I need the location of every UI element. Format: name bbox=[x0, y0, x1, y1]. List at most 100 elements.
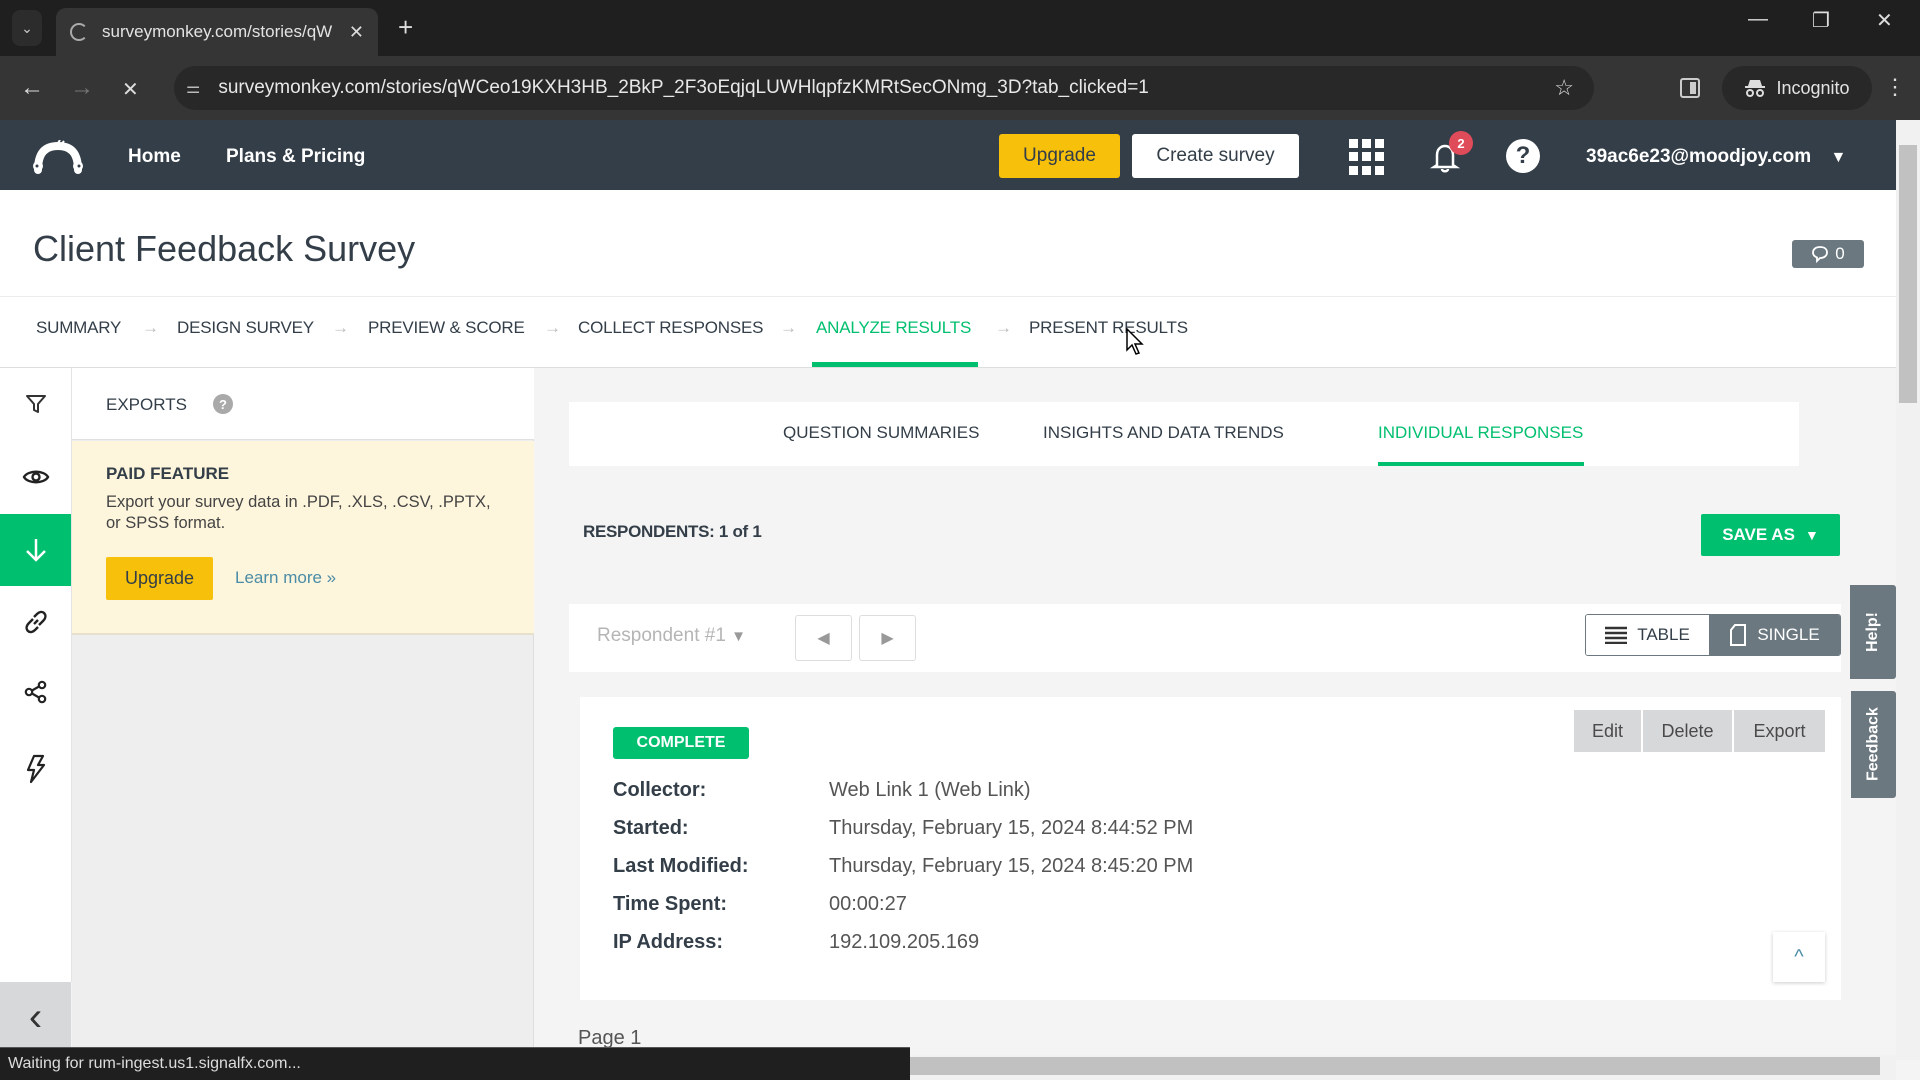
rail-exports[interactable] bbox=[0, 514, 71, 586]
incognito-label: Incognito bbox=[1776, 77, 1850, 98]
incognito-icon bbox=[1745, 80, 1766, 97]
export-response-button[interactable]: Export bbox=[1734, 710, 1825, 752]
eye-icon bbox=[22, 470, 49, 483]
address-bar[interactable]: ⚌ surveymonkey.com/stories/qWCeo19KXH3HB… bbox=[174, 66, 1594, 110]
step-arrow-icon: → bbox=[142, 318, 159, 337]
filter-icon bbox=[25, 394, 46, 413]
forward-icon[interactable]: → bbox=[70, 74, 94, 102]
browser-tab[interactable]: surveymonkey.com/stories/qW ✕ bbox=[56, 8, 378, 56]
site-settings-icon[interactable]: ⚌ bbox=[186, 78, 200, 98]
active-subtab-indicator bbox=[1378, 462, 1584, 466]
tab-insights-data-trends[interactable]: INSIGHTS AND DATA TRENDS bbox=[1043, 423, 1284, 443]
delete-response-button[interactable]: Delete bbox=[1643, 710, 1732, 752]
respondent-select[interactable]: Respondent #1 ▼ bbox=[597, 625, 746, 647]
paid-feature-title: PAID FEATURE bbox=[106, 464, 230, 483]
tab-close-icon[interactable]: ✕ bbox=[349, 22, 364, 43]
feedback-side-tab[interactable]: Feedback bbox=[1851, 691, 1896, 798]
previous-respondent-button[interactable]: ◀ bbox=[795, 615, 852, 661]
learn-more-link[interactable]: Learn more » bbox=[235, 568, 336, 588]
tab-title: surveymonkey.com/stories/qW bbox=[102, 22, 333, 41]
step-arrow-icon: → bbox=[332, 318, 349, 337]
vertical-scrollbar-thumb[interactable] bbox=[1899, 145, 1917, 403]
step-design-survey[interactable]: DESIGN SURVEY bbox=[177, 318, 314, 338]
upgrade-button[interactable]: Upgrade bbox=[999, 134, 1120, 178]
view-single-button[interactable]: SINGLE bbox=[1709, 615, 1840, 655]
meta-value-ip-address: 192.109.205.169 bbox=[829, 931, 980, 953]
bookmark-star-icon[interactable]: ☆ bbox=[1554, 75, 1574, 101]
meta-value-time-spent: 00:00:27 bbox=[829, 893, 907, 915]
chevron-up-icon: ^ bbox=[1794, 945, 1804, 968]
step-analyze-results[interactable]: ANALYZE RESULTS bbox=[816, 318, 971, 338]
help-icon[interactable]: ? bbox=[1506, 139, 1540, 173]
edit-response-button[interactable]: Edit bbox=[1574, 710, 1641, 752]
step-present-results[interactable]: PRESENT RESULTS bbox=[1029, 318, 1188, 338]
chevron-down-icon: ⌄ bbox=[21, 19, 33, 36]
chevron-left-icon: ‹ bbox=[28, 995, 43, 1039]
meta-label-collector: Collector: bbox=[613, 779, 707, 801]
list-icon bbox=[1605, 626, 1628, 644]
save-as-label: SAVE AS bbox=[1722, 525, 1795, 544]
document-icon bbox=[1730, 624, 1747, 646]
tab-question-summaries[interactable]: QUESTION SUMMARIES bbox=[783, 423, 979, 443]
rail-view[interactable] bbox=[0, 441, 71, 512]
step-preview-score[interactable]: PREVIEW & SCORE bbox=[368, 318, 525, 338]
scroll-to-top-button[interactable]: ^ bbox=[1773, 932, 1825, 982]
rail-shared-links[interactable] bbox=[0, 586, 71, 657]
share-icon bbox=[24, 680, 46, 703]
exports-help-icon[interactable]: ? bbox=[213, 394, 233, 414]
chevron-left-icon: ◀ bbox=[817, 630, 830, 647]
rail-share[interactable] bbox=[0, 656, 71, 727]
tab-list-button[interactable]: ⌄ bbox=[12, 10, 42, 46]
rail-filter[interactable] bbox=[0, 368, 71, 439]
view-single-label: SINGLE bbox=[1757, 625, 1820, 644]
surveymonkey-logo-icon[interactable] bbox=[32, 140, 84, 174]
url-text[interactable]: surveymonkey.com/stories/qWCeo19KXH3HB_2… bbox=[218, 77, 1554, 99]
view-table-button[interactable]: TABLE bbox=[1586, 615, 1709, 655]
side-panel-icon[interactable] bbox=[1680, 78, 1700, 98]
view-table-label: TABLE bbox=[1637, 625, 1690, 644]
horizontal-scrollbar-thumb[interactable] bbox=[910, 1057, 1880, 1075]
exports-upgrade-button[interactable]: Upgrade bbox=[106, 557, 213, 600]
step-collect-responses[interactable]: COLLECT RESPONSES bbox=[578, 318, 763, 338]
back-icon[interactable]: ← bbox=[20, 74, 44, 102]
step-summary[interactable]: SUMMARY bbox=[36, 318, 121, 338]
feedback-tab-label: Feedback bbox=[1864, 707, 1882, 782]
minimize-icon[interactable]: — bbox=[1748, 8, 1768, 31]
stop-loading-icon[interactable]: ✕ bbox=[122, 77, 139, 102]
nav-plans-pricing[interactable]: Plans & Pricing bbox=[226, 146, 365, 168]
status-badge: COMPLETE bbox=[613, 727, 749, 759]
incognito-indicator[interactable]: Incognito bbox=[1722, 66, 1872, 110]
browser-menu-icon[interactable]: ⋮ bbox=[1884, 74, 1906, 100]
apps-grid-icon[interactable] bbox=[1349, 139, 1385, 175]
survey-title: Client Feedback Survey bbox=[33, 228, 416, 269]
rail-integrations[interactable] bbox=[0, 733, 71, 804]
comments-button[interactable]: 0 bbox=[1792, 240, 1864, 268]
caret-down-icon: ▼ bbox=[1804, 527, 1819, 543]
browser-status-bar: Waiting for rum-ingest.us1.signalfx.com.… bbox=[0, 1047, 910, 1080]
create-survey-button[interactable]: Create survey bbox=[1132, 134, 1299, 178]
caret-down-icon: ▼ bbox=[731, 628, 747, 645]
respondents-count: RESPONDENTS: 1 of 1 bbox=[583, 522, 762, 541]
notification-count-badge: 2 bbox=[1449, 131, 1473, 155]
tab-individual-responses[interactable]: INDIVIDUAL RESPONSES bbox=[1378, 423, 1583, 443]
new-tab-button[interactable]: + bbox=[398, 12, 413, 43]
exports-title: EXPORTS bbox=[106, 395, 187, 414]
meta-label-time-spent: Time Spent: bbox=[613, 893, 728, 915]
collapse-panel-button[interactable]: ‹ bbox=[0, 982, 71, 1052]
chevron-right-icon: ▶ bbox=[881, 630, 894, 647]
step-arrow-icon: → bbox=[780, 318, 797, 337]
respondent-select-value: Respondent #1 bbox=[597, 625, 726, 646]
mouse-cursor-icon bbox=[1126, 328, 1144, 355]
window-close-icon[interactable]: ✕ bbox=[1876, 8, 1893, 33]
save-as-button[interactable]: SAVE AS ▼ bbox=[1701, 514, 1840, 556]
meta-value-collector: Web Link 1 (Web Link) bbox=[829, 779, 1031, 801]
restore-icon[interactable]: ❐ bbox=[1812, 8, 1830, 33]
next-respondent-button[interactable]: ▶ bbox=[859, 615, 916, 661]
step-arrow-icon: → bbox=[995, 318, 1012, 337]
user-account-menu[interactable]: 39ac6e23@moodjoy.com ▼ bbox=[1586, 146, 1846, 168]
view-mode-toggle: TABLE SINGLE bbox=[1585, 614, 1841, 656]
user-email: 39ac6e23@moodjoy.com bbox=[1586, 146, 1812, 167]
help-side-tab[interactable]: Help! bbox=[1850, 585, 1896, 679]
active-step-indicator bbox=[812, 362, 978, 367]
nav-home[interactable]: Home bbox=[128, 146, 181, 168]
